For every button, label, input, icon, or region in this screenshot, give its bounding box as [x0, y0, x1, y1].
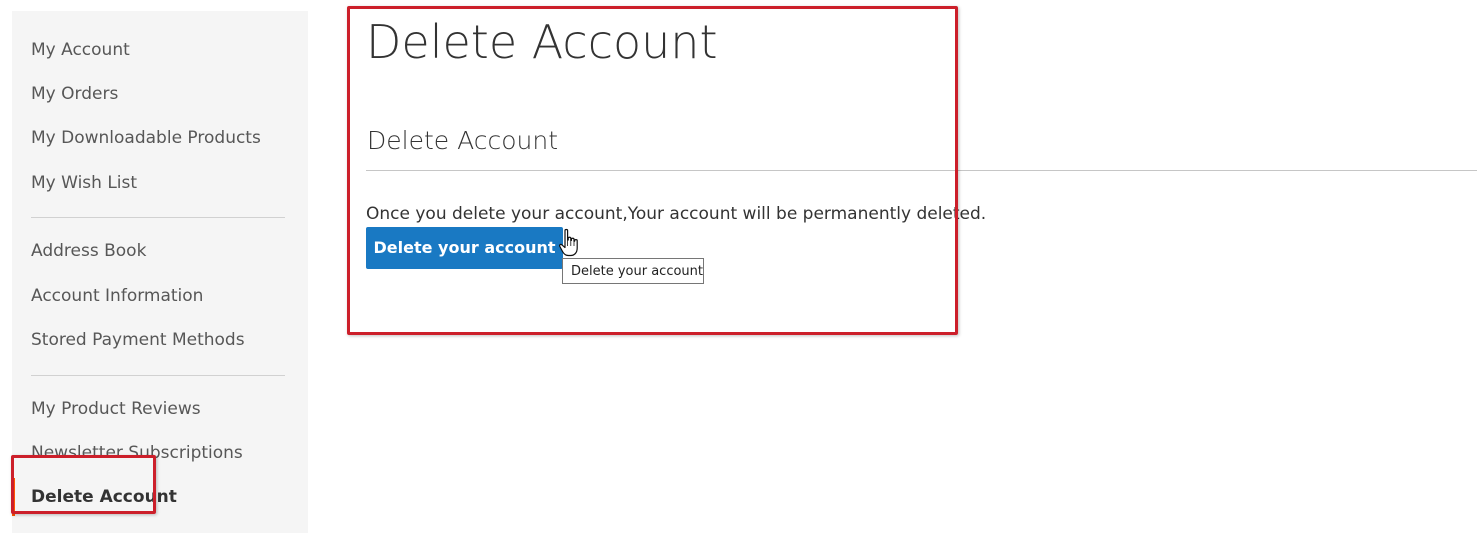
sidebar-divider	[31, 375, 285, 376]
sidebar-item-stored-payment-methods[interactable]: Stored Payment Methods	[31, 329, 245, 351]
sidebar-item-my-orders[interactable]: My Orders	[31, 83, 118, 105]
sidebar-item-product-reviews[interactable]: My Product Reviews	[31, 398, 201, 420]
sidebar-item-account-information[interactable]: Account Information	[31, 285, 203, 307]
sidebar-item-downloadable-products[interactable]: My Downloadable Products	[31, 127, 261, 149]
sidebar-divider	[31, 217, 285, 218]
sidebar-item-wish-list[interactable]: My Wish List	[31, 172, 137, 194]
sidebar-item-address-book[interactable]: Address Book	[31, 240, 146, 262]
content-highlight-box	[347, 6, 958, 335]
sidebar-item-my-account[interactable]: My Account	[31, 39, 130, 61]
sidebar-highlight-box	[11, 455, 156, 514]
